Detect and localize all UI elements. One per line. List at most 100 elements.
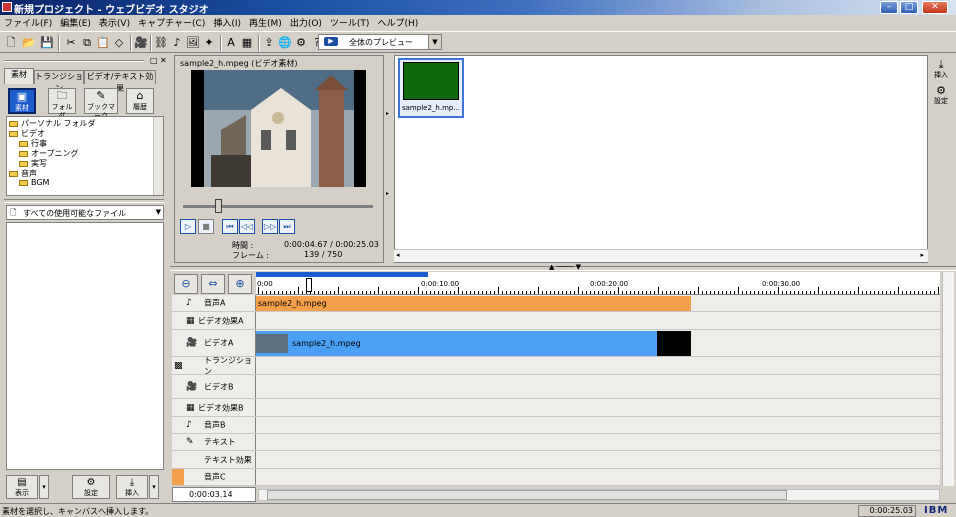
view-dropdown[interactable]: ▾ xyxy=(39,475,49,499)
export-icon[interactable]: ⇪ xyxy=(262,36,276,50)
new-file-icon[interactable]: 🗋 xyxy=(4,36,18,50)
copy-icon[interactable]: ⧉ xyxy=(80,36,94,50)
capture-camera-icon[interactable]: 🎥 xyxy=(134,36,148,50)
ruler-tick xyxy=(530,291,531,294)
menu-play[interactable]: 再生(M) xyxy=(245,15,286,29)
cut-icon[interactable]: ✂ xyxy=(64,36,78,50)
canvas-settings-button[interactable]: ⚙ 設定 xyxy=(930,84,952,110)
total-time: 0:00:25.03 xyxy=(858,505,916,517)
materials-button[interactable]: ▣ 素材 xyxy=(8,88,36,114)
tools-icon[interactable]: ⚙ xyxy=(294,36,308,50)
splitter-arrows[interactable]: ▲ ──── ▼ xyxy=(520,263,610,271)
menu-file[interactable]: ファイル(F) xyxy=(0,15,56,29)
view-button[interactable]: ▤ 表示 xyxy=(6,475,38,499)
preview-mode-select[interactable]: ▶ 全体のプレビュー ▼ xyxy=(318,34,442,50)
tree-item-bgm[interactable]: BGM xyxy=(19,178,49,187)
folder-icon xyxy=(19,140,28,147)
clip-label: sample2_h.mp... xyxy=(402,104,461,112)
canvas-insert-button[interactable]: ⤓ 挿入 xyxy=(930,58,952,84)
timeline-horizontal-scrollbar[interactable] xyxy=(258,489,940,501)
settings-button[interactable]: ⚙ 設定 xyxy=(72,475,110,499)
step-back-button[interactable]: ◁◁ xyxy=(239,219,255,234)
ruler-tick xyxy=(458,287,459,294)
eraser-icon[interactable]: ◇ xyxy=(112,36,126,50)
ruler-label: 0:00 xyxy=(257,280,273,288)
history-button[interactable]: ⌂ 履歴 xyxy=(126,88,154,114)
tab-transitions[interactable]: トランジション xyxy=(34,70,84,93)
seek-track[interactable] xyxy=(183,205,373,208)
ruler-tick xyxy=(310,291,311,294)
file-filter-select[interactable]: 🗋 すべての使用可能なファイル ▼ xyxy=(6,205,164,220)
menu-edit[interactable]: 編集(E) xyxy=(56,15,95,29)
collapse-arrow[interactable]: ▸ xyxy=(386,190,389,197)
scroll-left-icon[interactable]: ◂ xyxy=(396,251,400,259)
folder-icon: 🗀 xyxy=(56,89,68,102)
panel-restore-icon[interactable]: □ xyxy=(150,56,158,65)
folder-button[interactable]: 🗀フォルダ xyxy=(48,88,76,120)
seek-slider-thumb[interactable] xyxy=(215,199,222,213)
zoom-in-icon[interactable]: ⊕ xyxy=(228,274,252,294)
ruler-tick xyxy=(826,291,827,294)
zoom-out-icon[interactable]: ⊖ xyxy=(174,274,198,294)
image-icon[interactable]: 🖼 xyxy=(186,36,200,50)
ruler-tick xyxy=(430,291,431,294)
audio-clip[interactable]: sample2_h.mpeg xyxy=(256,296,691,311)
view-icon: ▤ xyxy=(17,477,27,488)
globe-icon[interactable]: 🌐 xyxy=(278,36,292,50)
ruler-tick xyxy=(422,291,423,294)
ruler-tick xyxy=(814,291,815,294)
play-button[interactable]: ▷ xyxy=(180,219,196,234)
ruler-tick xyxy=(382,291,383,294)
effects-icon[interactable]: ✦ xyxy=(202,36,216,50)
save-icon[interactable]: 💾 xyxy=(40,36,54,50)
ruler-tick xyxy=(278,291,279,294)
ruler-tick xyxy=(770,291,771,294)
minimize-button[interactable]: – xyxy=(880,1,898,14)
paste-icon[interactable]: 📋 xyxy=(96,36,110,50)
insert-button[interactable]: ⤓ 挿入 xyxy=(116,475,148,499)
scroll-right-icon[interactable]: ▸ xyxy=(920,251,924,259)
open-folder-icon[interactable]: 📂 xyxy=(22,36,36,50)
step-forward-button[interactable]: ▷▷ xyxy=(262,219,278,234)
tree-scrollbar[interactable] xyxy=(153,117,163,195)
ruler-tick xyxy=(850,291,851,294)
storyboard-canvas[interactable] xyxy=(394,55,928,263)
ruler-tick xyxy=(402,291,403,294)
timeline-range-bar[interactable] xyxy=(256,272,428,277)
go-to-start-button[interactable]: ⏮ xyxy=(222,219,238,234)
bookmark-button[interactable]: ✎ブックマーク xyxy=(84,88,118,120)
chevron-down-icon[interactable]: ▼ xyxy=(428,35,441,49)
ruler-tick xyxy=(274,291,275,294)
text-icon[interactable]: A xyxy=(224,36,238,50)
menu-output[interactable]: 出力(O) xyxy=(286,15,326,29)
menu-capture[interactable]: キャプチャー(C) xyxy=(134,15,209,29)
close-button[interactable]: ✕ xyxy=(922,1,948,14)
insert-dropdown[interactable]: ▾ xyxy=(149,475,159,499)
split-icon[interactable]: ⛓ xyxy=(154,36,168,50)
playhead[interactable] xyxy=(306,278,312,292)
canvas-horizontal-scrollbar[interactable]: ◂ ▸ xyxy=(394,249,928,262)
menu-help[interactable]: ヘルプ(H) xyxy=(373,15,422,29)
file-list[interactable] xyxy=(6,222,164,470)
maximize-button[interactable]: □ xyxy=(900,1,918,14)
music-note-icon[interactable]: ♪ xyxy=(170,36,184,50)
stop-button[interactable]: ■ xyxy=(198,219,214,234)
ruler-tick xyxy=(510,291,511,294)
go-to-end-button[interactable]: ⏭ xyxy=(279,219,295,234)
menu-insert[interactable]: 挿入(I) xyxy=(209,15,245,29)
panel-close-icon[interactable]: ✕ xyxy=(160,56,167,65)
menu-view[interactable]: 表示(V) xyxy=(95,15,134,29)
menu-tools[interactable]: ツール(T) xyxy=(326,15,374,29)
tab-materials[interactable]: 素材 xyxy=(4,68,34,84)
tab-effects[interactable]: ビデオ/テキスト効果 xyxy=(84,70,156,93)
ruler-tick xyxy=(326,291,327,294)
scrollbar-thumb[interactable] xyxy=(267,490,787,500)
timeline-vertical-scrollbar[interactable] xyxy=(942,272,954,486)
collapse-arrow[interactable]: ▸ xyxy=(386,110,389,117)
splitter[interactable] xyxy=(4,199,164,203)
fit-icon[interactable]: ⇔ xyxy=(201,274,225,294)
ruler-tick xyxy=(542,291,543,294)
chevron-down-icon[interactable]: ▼ xyxy=(156,208,161,216)
video-clip[interactable]: sample2_h.mpeg xyxy=(256,331,691,356)
grid-icon[interactable]: ▦ xyxy=(240,36,254,50)
